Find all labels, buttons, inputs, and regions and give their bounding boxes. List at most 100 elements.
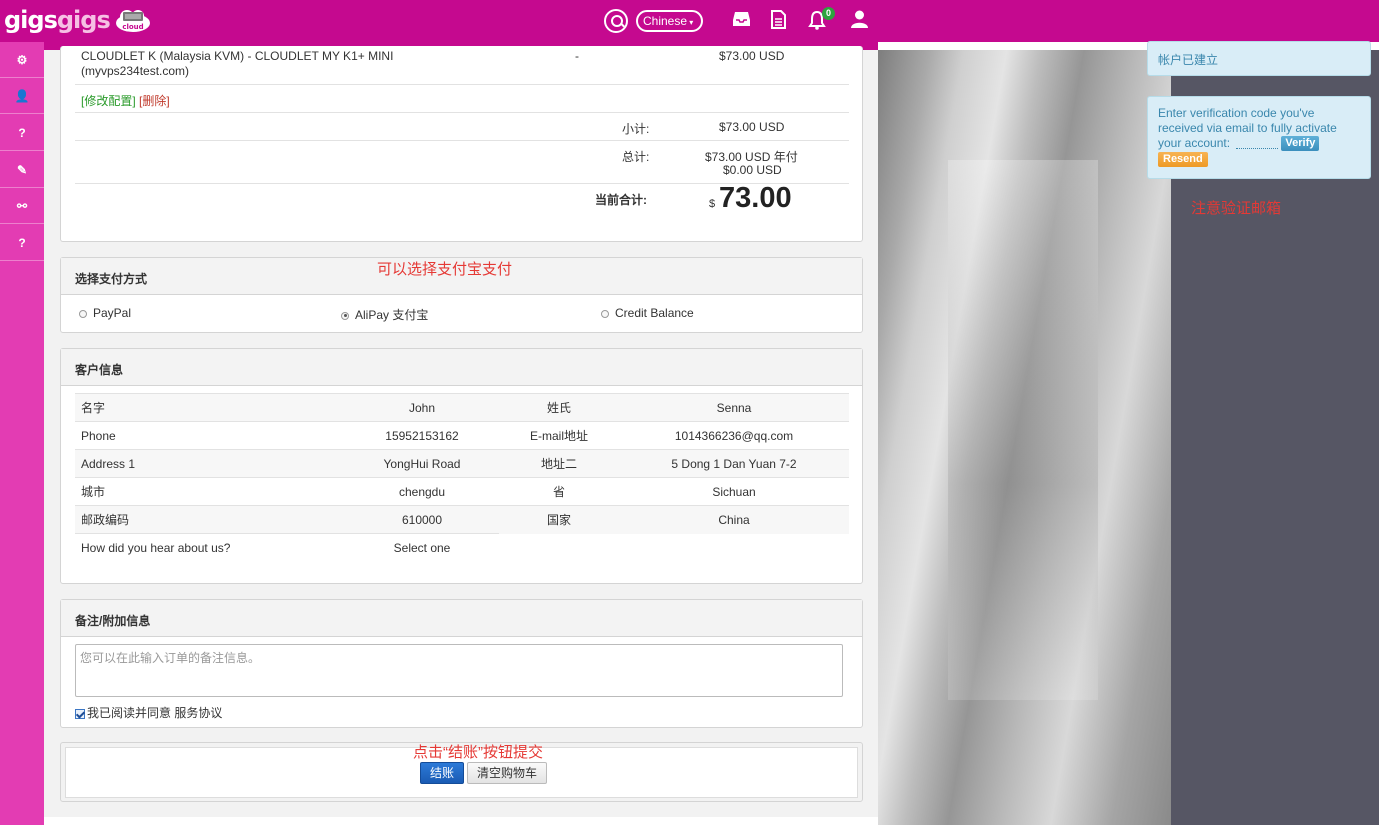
background-photo [878,50,1171,825]
payment-option-label: Credit Balance [615,306,694,320]
help-icon[interactable]: ? [0,225,44,261]
payment-option-label: AliPay 支付宝 [355,308,429,322]
pencil-icon[interactable]: ✎ [0,152,44,188]
tos-agree-text: 我已阅读并同意 [87,706,172,720]
radio-button[interactable] [79,309,87,318]
table-row: Address 1 YongHui Road 地址二 5 Dong 1 Dan … [75,449,849,478]
remove-link[interactable]: [删除] [139,92,170,109]
empty-cell [619,534,849,562]
left-sidebar: ⚙ 👤 ? ✎ ⚯ ? [0,42,44,825]
alipay-annotation: 可以选择支付宝支付 [377,261,513,278]
table-cell: 省 [499,477,619,506]
logo-badge-text: cloud [122,23,143,31]
table-cell: YongHui Road [345,449,499,478]
table-row: How did you hear about us? Select one [75,533,849,562]
tos-agreement: 我已阅读并同意 服务协议 [75,704,222,721]
total-onetime: $0.00 USD [723,163,782,177]
account-created-notice: 帐户已建立 [1147,41,1371,76]
product-name: CLOUDLET K (Malaysia KVM) - CLOUDLET MY … [81,49,394,63]
table-cell: Senna [619,393,849,422]
resend-button[interactable]: Resend [1158,152,1208,168]
customer-info-table: 名字 John 姓氏 Senna Phone 15952153162 E-mai… [75,393,849,562]
help-icon[interactable]: ? [0,115,44,151]
table-cell: 姓氏 [499,393,619,422]
subtotal-label: 小计: [622,122,650,136]
radio-button[interactable] [601,309,609,318]
table-cell: 邮政编码 [75,505,345,534]
checkout-button[interactable]: 结账 [420,762,464,784]
table-cell: 1014366236@qq.com [619,421,849,450]
how-heard-select[interactable]: Select one [345,533,499,562]
order-notes-textarea[interactable]: 您可以在此输入订单的备注信息。 [75,644,843,697]
search-icon[interactable] [604,9,628,33]
table-row: 城市 chengdu 省 Sichuan [75,477,849,506]
cart-product-row: CLOUDLET K (Malaysia KVM) - CLOUDLET MY … [75,46,849,85]
chevron-down-icon: ▾ [687,18,694,27]
language-label: Chinese [643,14,688,28]
account-created-text: 帐户已建立 [1158,53,1219,67]
payment-option-label: PayPal [93,306,132,320]
table-cell: China [619,505,849,534]
subtotal-value: $73.00 USD [719,120,785,134]
user-icon[interactable]: 👤 [0,78,44,114]
notes-title: 备注/附加信息 [61,600,862,637]
payment-option-paypal[interactable]: PayPal [79,306,131,320]
site-logo[interactable]: gigsgigs [4,6,111,34]
email-annotation: 注意验证邮箱 [1191,200,1282,217]
table-cell: 610000 [345,505,499,534]
gear-icon[interactable]: ⚙ [0,42,44,78]
customer-info-title: 客户信息 [61,349,862,386]
current-total-label: 当前合计: [595,193,647,207]
product-setup-fee: - [575,49,579,63]
total-row: 总计: $73.00 USD 年付 $0.00 USD [75,141,849,184]
table-row: Phone 15952153162 E-mail地址 1014366236@qq… [75,421,849,450]
cart-actions-row: [修改配置] [删除] [75,85,849,113]
table-row: 邮政编码 610000 国家 China [75,505,849,534]
total-label: 总计: [622,150,650,164]
payment-option-credit[interactable]: Credit Balance [601,306,694,320]
tos-checkbox[interactable] [75,708,85,719]
empty-cart-button[interactable]: 清空购物车 [467,762,547,784]
logo-word-2: gigs [56,6,111,34]
edit-config-link[interactable]: [修改配置] [81,92,136,109]
language-selector[interactable]: Chinese ▾ [636,10,703,32]
table-cell: E-mail地址 [499,421,619,450]
customer-info-body: 名字 John 姓氏 Senna Phone 15952153162 E-mai… [61,386,862,583]
inbox-icon[interactable] [732,10,751,28]
table-cell: Address 1 [75,449,345,478]
table-cell: 名字 [75,393,345,422]
verification-code-input[interactable] [1236,139,1279,149]
cloud-logo-icon: cloud [116,10,150,32]
table-cell: 城市 [75,477,345,506]
product-domain: (myvps234test.com) [81,64,190,78]
table-cell: 国家 [499,505,619,534]
checkout-annotation: 点击“结账”按钮提交 [413,744,543,761]
logo-word-1: gigs [4,6,58,34]
table-cell: 15952153162 [345,421,499,450]
table-cell: chengdu [345,477,499,506]
user-icon[interactable] [851,10,868,28]
table-cell: Phone [75,421,345,450]
table-cell: 5 Dong 1 Dan Yuan 7-2 [619,449,849,478]
notes-panel: 备注/附加信息 您可以在此输入订单的备注信息。 我已阅读并同意 服务协议 [60,599,863,728]
link-icon[interactable]: ⚯ [0,188,44,224]
tos-link[interactable]: 服务协议 [174,706,222,720]
current-total-row: 当前合计: $ 73.00 [75,182,849,236]
verify-email-notice: Enter verification code you've received … [1147,96,1371,179]
verify-button[interactable]: Verify [1281,136,1320,152]
cart-summary-panel: CLOUDLET K (Malaysia KVM) - CLOUDLET MY … [60,46,863,242]
customer-info-panel: 客户信息 名字 John 姓氏 Senna Phone 15952153162 … [60,348,863,584]
main-footer-strip [44,817,878,825]
table-row: 名字 John 姓氏 Senna [75,393,849,422]
payment-option-alipay[interactable]: AliPay 支付宝 [341,306,428,323]
empty-cell [499,534,619,562]
table-cell: John [345,393,499,422]
document-icon[interactable] [771,10,786,29]
subtotal-row: 小计: $73.00 USD [75,113,849,141]
table-cell: Sichuan [619,477,849,506]
currency-symbol: $ [709,198,716,210]
main-content: CLOUDLET K (Malaysia KVM) - CLOUDLET MY … [44,46,878,825]
how-heard-label: How did you hear about us? [75,533,345,562]
radio-button-selected[interactable] [341,311,349,320]
product-price: $73.00 USD [719,49,785,63]
